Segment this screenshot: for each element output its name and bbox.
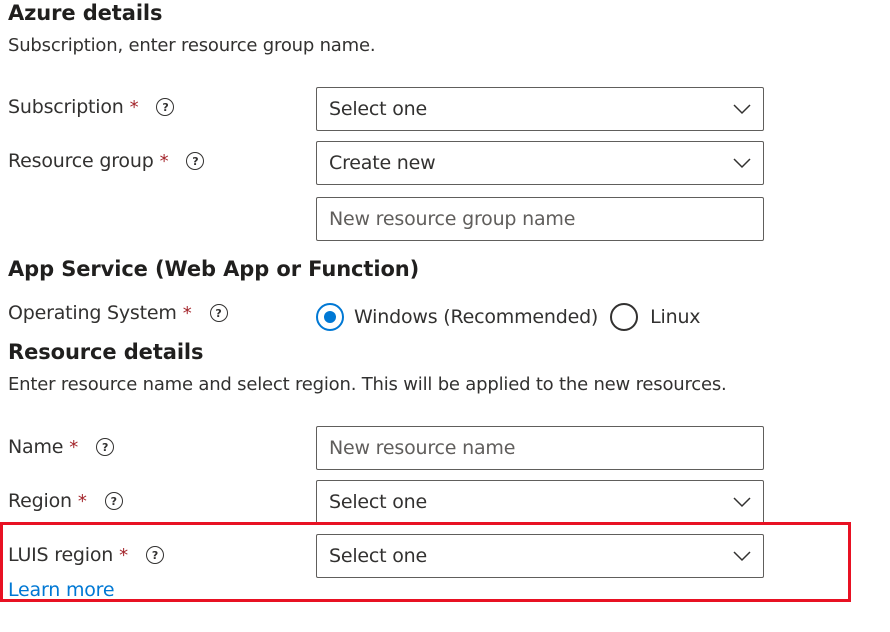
resource-group-dropdown[interactable]: Create new	[316, 141, 764, 185]
azure-details-heading: Azure details	[8, 1, 163, 25]
app-service-heading: App Service (Web App or Function)	[8, 257, 420, 281]
subscription-label-row: Subscription * ?	[8, 96, 175, 118]
required-asterisk: *	[182, 302, 192, 324]
resource-group-label: Resource group	[8, 150, 154, 172]
region-label: Region	[8, 490, 72, 512]
operating-system-label: Operating System	[8, 302, 177, 324]
linux-radio-label[interactable]: Linux	[650, 306, 700, 328]
linux-radio[interactable]	[610, 303, 639, 331]
region-label-row: Region * ?	[8, 490, 123, 512]
windows-radio[interactable]	[316, 303, 344, 331]
subscription-value: Select one	[329, 98, 428, 120]
new-resource-group-name-input[interactable]: New resource group name	[316, 197, 764, 241]
required-asterisk: *	[69, 436, 79, 458]
resource-group-value: Create new	[329, 152, 436, 174]
name-label: Name	[8, 436, 64, 458]
windows-radio-label[interactable]: Windows (Recommended)	[354, 306, 598, 328]
region-dropdown[interactable]: Select one	[316, 480, 764, 524]
required-asterisk: *	[77, 490, 87, 512]
subscription-label: Subscription	[8, 96, 124, 118]
operating-system-label-row: Operating System * ?	[8, 302, 228, 324]
resource-details-description: Enter resource name and select region. T…	[8, 374, 727, 395]
resource-name-input[interactable]: New resource name	[316, 426, 764, 470]
name-label-row: Name * ?	[8, 436, 115, 458]
required-asterisk: *	[159, 150, 169, 172]
help-icon[interactable]: ?	[104, 492, 123, 510]
luis-region-highlight-box	[0, 522, 851, 602]
resource-name-placeholder: New resource name	[329, 437, 516, 459]
region-value: Select one	[329, 491, 428, 513]
help-icon[interactable]: ?	[209, 304, 228, 322]
help-icon[interactable]: ?	[156, 98, 175, 116]
subscription-dropdown[interactable]: Select one	[316, 87, 764, 131]
azure-details-description: Subscription, enter resource group name.	[8, 35, 376, 56]
chevron-down-icon	[733, 497, 751, 508]
help-icon[interactable]: ?	[186, 152, 205, 170]
operating-system-radio-group: Windows (Recommended) Linux	[316, 303, 701, 331]
chevron-down-icon	[733, 158, 751, 169]
new-resource-group-name-placeholder: New resource group name	[329, 208, 576, 230]
resource-details-heading: Resource details	[8, 340, 204, 364]
resource-group-label-row: Resource group * ?	[8, 150, 205, 172]
chevron-down-icon	[733, 104, 751, 115]
required-asterisk: *	[129, 96, 139, 118]
help-icon[interactable]: ?	[96, 438, 115, 456]
